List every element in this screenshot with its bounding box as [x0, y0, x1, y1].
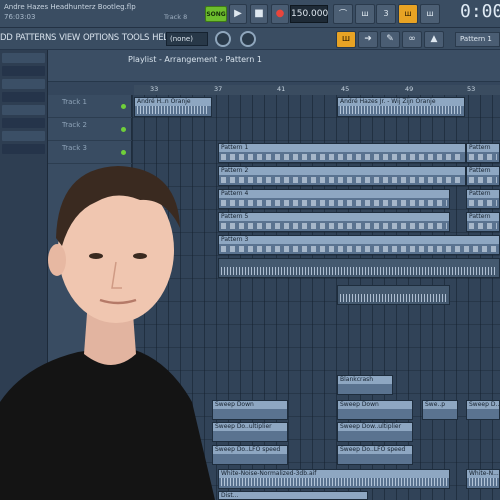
- browser-item[interactable]: [2, 118, 45, 128]
- ruler-bar-49: 49: [405, 85, 414, 93]
- time-counter: 0:00: [460, 1, 500, 22]
- timeline-ruler[interactable]: 33 37 41 45 49 53: [134, 85, 500, 95]
- browser-item[interactable]: [2, 105, 45, 115]
- project-title: Andre Hazes Headhunterz Bootleg.flp: [4, 3, 136, 11]
- pattern-clip[interactable]: Pattern: [466, 166, 500, 186]
- stop-button[interactable]: ■: [250, 4, 268, 24]
- audio-clip[interactable]: White-N...: [466, 469, 500, 489]
- automation-clip[interactable]: Sweep Do..ultiplier: [212, 422, 288, 442]
- wait-icon[interactable]: ш: [355, 4, 375, 24]
- tempo-value: 150.000: [291, 9, 329, 19]
- top-toolbar: Andre Hazes Headhunterz Bootleg.flp 76:0…: [0, 0, 500, 28]
- track-header[interactable]: Track 1: [48, 95, 132, 118]
- track-label: Track 1: [62, 98, 87, 106]
- countdown-icon[interactable]: 3: [376, 4, 396, 24]
- ruler-bar-41: 41: [277, 85, 286, 93]
- main-menu: DD PATTERNS VIEW OPTIONS TOOLS HELP: [0, 33, 176, 43]
- pattern-clip[interactable]: Pattern: [466, 212, 500, 232]
- pattern-clip[interactable]: Pattern: [466, 189, 500, 209]
- pattern-selector[interactable]: (none): [166, 32, 208, 46]
- menu-bar: DD PATTERNS VIEW OPTIONS TOOLS HELP (none) ш …: [0, 28, 500, 50]
- project-time: 76:03:03: [4, 13, 36, 21]
- automation-clip[interactable]: Swe..p: [422, 400, 458, 420]
- track-hint: Track 8: [164, 13, 188, 21]
- ruler-bar-33: 33: [150, 85, 159, 93]
- track-active-led[interactable]: [121, 127, 126, 132]
- draw-icon[interactable]: ✎: [380, 31, 400, 48]
- record-button[interactable]: ●: [271, 4, 289, 24]
- track-label: Track 2: [62, 121, 87, 129]
- blend-notes-icon[interactable]: ш: [398, 4, 418, 24]
- automation-clip[interactable]: Sweep D...: [466, 400, 500, 420]
- automation-clip[interactable]: Sweep Dow..ultiplier: [337, 422, 413, 442]
- automation-clip[interactable]: Sweep Do..LFO speed: [212, 445, 288, 465]
- main-volume-knob[interactable]: [215, 31, 231, 47]
- playlist-icon[interactable]: ш: [336, 31, 356, 48]
- project-info: Andre Hazes Headhunterz Bootleg.flp 76:0…: [4, 2, 136, 22]
- mixer-icon[interactable]: ▲: [424, 31, 444, 48]
- link-icon[interactable]: ∞: [402, 31, 422, 48]
- playlist-header: Playlist - Arrangement › Pattern 1: [48, 50, 500, 82]
- audio-clip[interactable]: André Hazes Jr. - Wij Zijn Oranje: [337, 97, 465, 117]
- ruler-bar-45: 45: [341, 85, 350, 93]
- menu-item-options[interactable]: OPTIONS: [83, 33, 119, 43]
- metronome-icon[interactable]: ⌒: [333, 4, 353, 24]
- play-button[interactable]: ▶: [229, 4, 247, 24]
- automation-clip[interactable]: Sweep Do..LFO speed: [337, 445, 413, 465]
- pattern-clip[interactable]: Pattern 2: [218, 166, 466, 186]
- audio-clip[interactable]: [337, 285, 450, 305]
- pattern-clip[interactable]: Pattern 3: [218, 235, 500, 255]
- browser-item[interactable]: [2, 92, 45, 102]
- automation-clip[interactable]: Blankcrash: [337, 375, 393, 395]
- song-mode-button[interactable]: SONG: [205, 6, 227, 22]
- menu-item-add[interactable]: DD: [0, 33, 13, 43]
- pattern-clip[interactable]: Pattern 1: [218, 143, 466, 163]
- snap-select[interactable]: Pattern 1: [455, 32, 500, 47]
- menu-item-tools[interactable]: TOOLS: [122, 33, 150, 43]
- menu-item-patterns[interactable]: PATTERNS: [16, 33, 57, 43]
- audio-clip[interactable]: White-Noise-Normalized-3db.aif: [218, 469, 450, 489]
- pattern-clip[interactable]: Pattern 4: [218, 189, 450, 209]
- loop-record-icon[interactable]: ш: [420, 4, 440, 24]
- automation-clip[interactable]: Sweep Down: [337, 400, 413, 420]
- fl-studio-window: Andre Hazes Headhunterz Bootleg.flp 76:0…: [0, 0, 500, 500]
- browser-item[interactable]: [2, 79, 45, 89]
- browser-item[interactable]: [2, 66, 45, 76]
- audio-clip[interactable]: [218, 258, 500, 278]
- track-header[interactable]: Track 2: [48, 118, 132, 141]
- person-photo: [0, 166, 215, 500]
- browser-item[interactable]: [2, 53, 45, 63]
- tempo-display[interactable]: 150.000: [290, 5, 328, 23]
- track-active-led[interactable]: [121, 104, 126, 109]
- menu-item-view[interactable]: VIEW: [59, 33, 80, 43]
- audio-clip[interactable]: Dist...: [218, 491, 368, 500]
- main-pitch-knob[interactable]: [240, 31, 256, 47]
- pattern-clip[interactable]: Pattern: [466, 143, 500, 163]
- audio-clip[interactable]: André H..n Oranje: [134, 97, 212, 117]
- arrow-icon[interactable]: ➜: [358, 31, 378, 48]
- automation-clip[interactable]: Sweep Down: [212, 400, 288, 420]
- ruler-bar-53: 53: [467, 85, 476, 93]
- ruler-bar-37: 37: [214, 85, 223, 93]
- playlist-title: Playlist - Arrangement › Pattern 1: [128, 55, 262, 64]
- pattern-clip[interactable]: Pattern 5: [218, 212, 450, 232]
